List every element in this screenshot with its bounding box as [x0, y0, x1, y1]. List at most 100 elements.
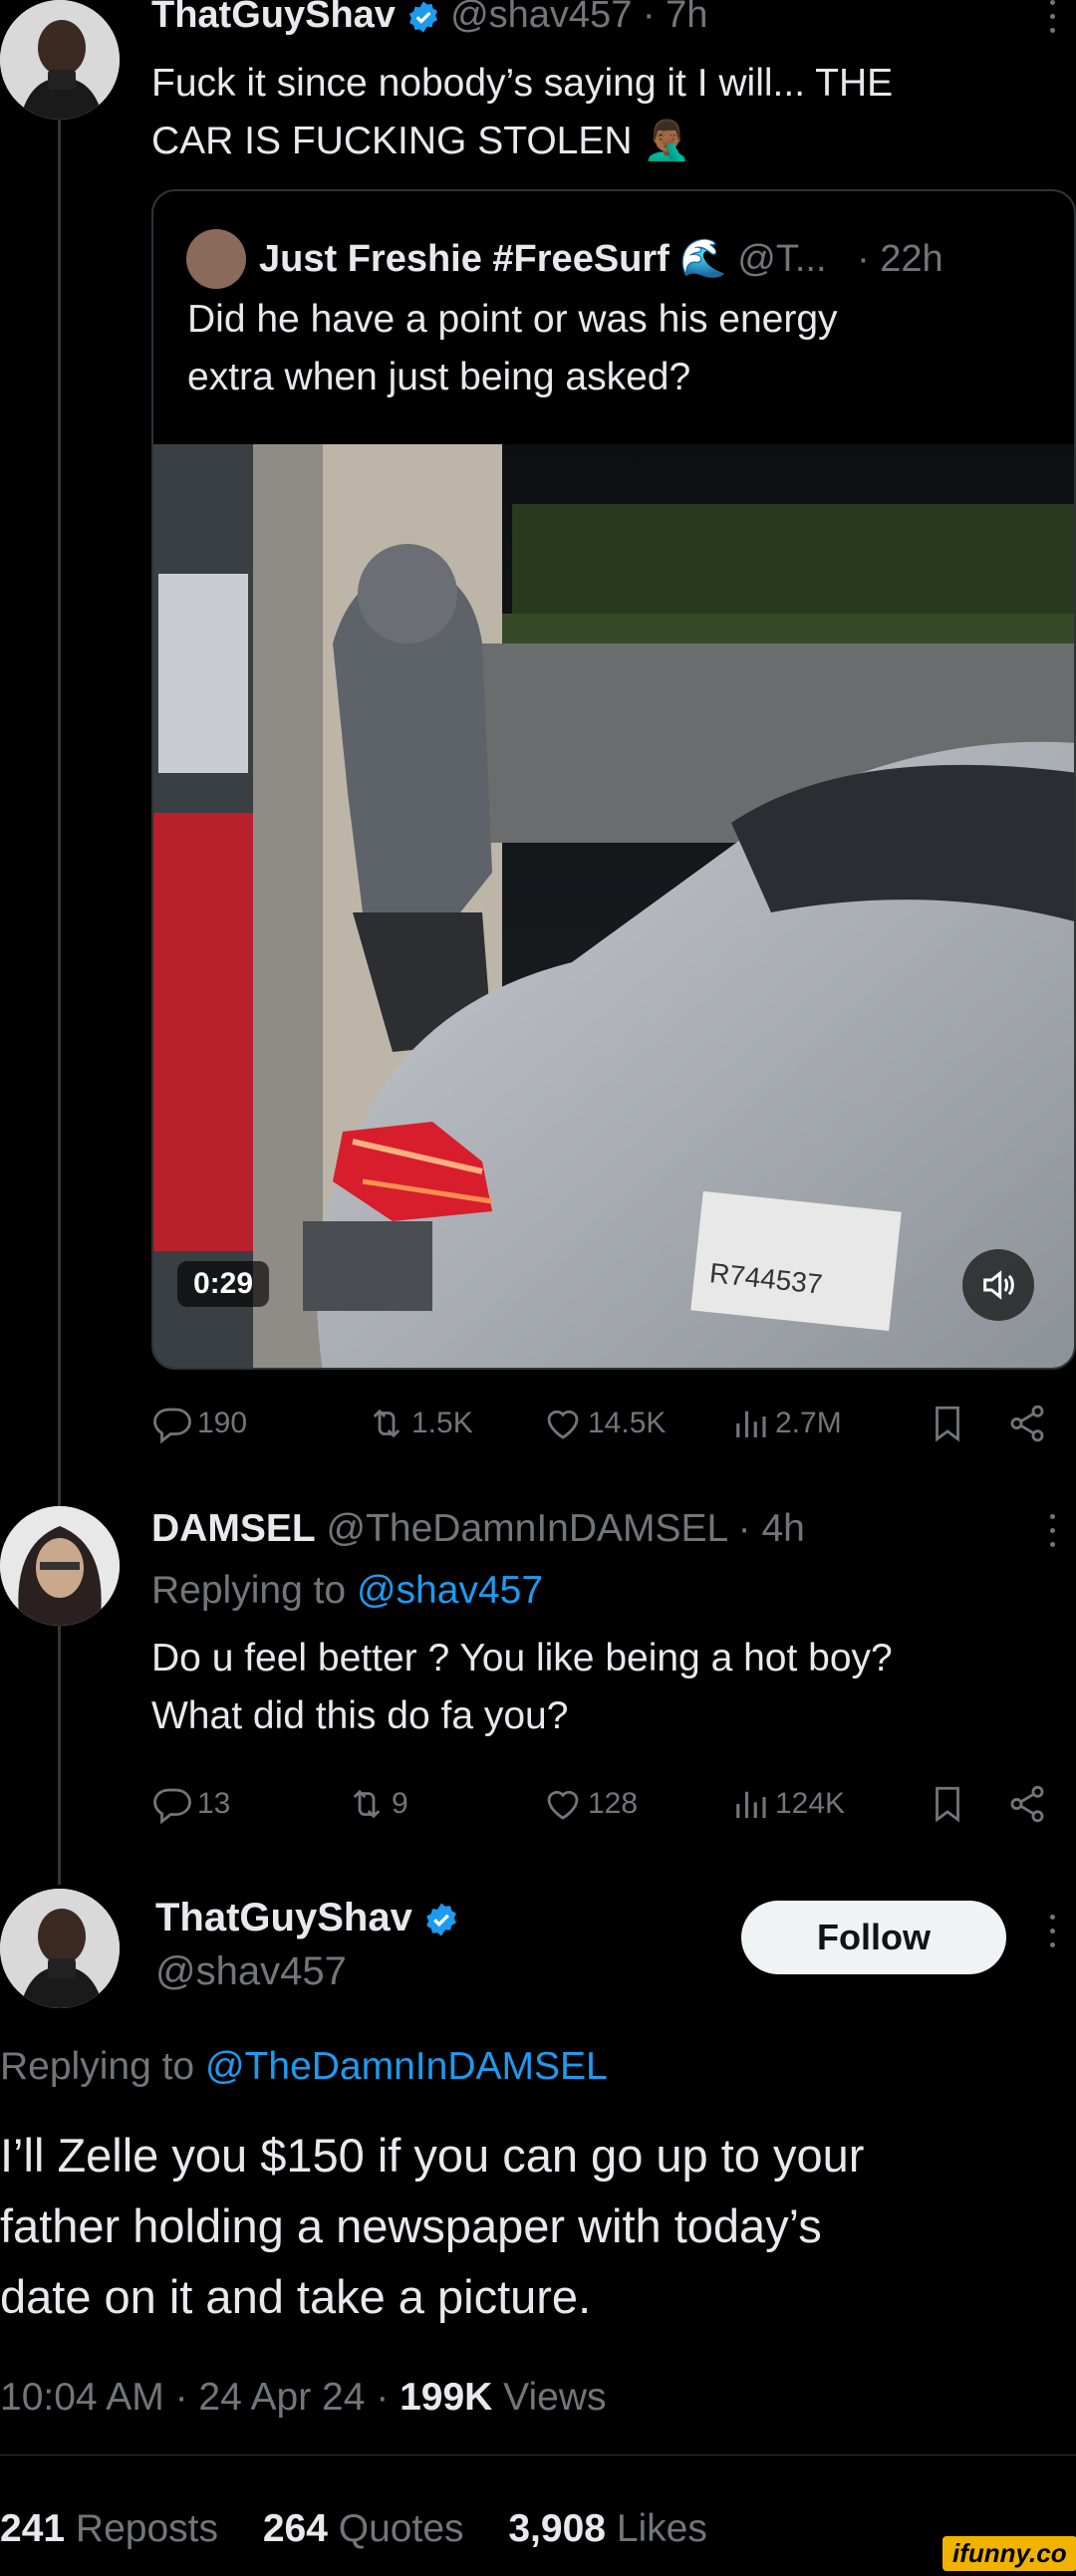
timestamp[interactable]: · 4h [738, 1507, 805, 1550]
replying-prefix: Replying to [151, 1569, 347, 1612]
views-icon [736, 1791, 766, 1818]
quote-text-line: extra when just being asked? [187, 356, 691, 398]
likes-label: Likes [616, 2507, 707, 2550]
quote-handle: @T... [737, 238, 827, 280]
quote-timestamp: · 22h [857, 238, 943, 280]
more-options-icon[interactable] [1046, 1514, 1058, 1547]
tweet-text-line: Fuck it since nobody’s saying it I will.… [151, 62, 894, 105]
avatar[interactable] [0, 1889, 120, 2008]
tweet2-action-bar: 13 9 128 124K [151, 1779, 1076, 1829]
bookmark-button[interactable] [927, 1779, 968, 1829]
quote-card[interactable]: Just Freshie #FreeSurf 🌊 @T... · 22h Did… [151, 189, 1076, 1370]
share-button[interactable] [1006, 1779, 1048, 1829]
bookmark-icon [936, 1786, 959, 1823]
heart-icon [547, 1410, 579, 1439]
video-duration-badge: 0:29 [177, 1261, 270, 1307]
tweet1-text: Fuck it since nobody’s saying it I will.… [151, 55, 1048, 170]
watermark: ifunny.co [942, 2536, 1076, 2571]
more-options-icon[interactable] [1046, 0, 1058, 33]
handle[interactable]: @shav457 [450, 0, 632, 36]
reposts-label: Reposts [75, 2507, 218, 2550]
share-icon [1010, 1785, 1044, 1823]
views-button[interactable]: 124K [729, 1779, 845, 1829]
like-count: 128 [588, 1787, 639, 1820]
like-button[interactable]: 128 [542, 1779, 638, 1829]
views-count: 124K [775, 1787, 846, 1820]
replying-to-link[interactable]: @shav457 [357, 1569, 543, 1612]
tweet-text-line: father holding a newspaper with today’s [0, 2199, 822, 2252]
bookmark-icon [936, 1406, 959, 1442]
tweet-text-line: CAR IS FUCKING STOLEN 🤦🏾‍♂️ [151, 120, 691, 162]
display-name[interactable]: ThatGuyShav [151, 0, 396, 36]
display-name[interactable]: DAMSEL [151, 1507, 316, 1550]
tweet1-header: ThatGuyShav @shav457 · 7h [151, 0, 707, 40]
repost-button[interactable]: 1.5K [366, 1399, 473, 1448]
tweet-meta: 10:04 AM · 24 Apr 24 · 199K Views [0, 2371, 606, 2425]
reply-count: 190 [197, 1407, 248, 1439]
quote-text-line: Did he have a point or was his energy [187, 298, 838, 341]
quote-header: Just Freshie #FreeSurf 🌊 @T... · 22h [259, 231, 943, 287]
quotes-stat[interactable]: 264 Quotes [263, 2507, 464, 2550]
repost-button[interactable]: 9 [346, 1779, 408, 1829]
quote-text: Did he have a point or was his energy ex… [187, 291, 1054, 406]
tweet3-name-row: ThatGuyShav [155, 1891, 459, 1944]
tweet2-header: DAMSEL @TheDamnInDAMSEL · 4h [151, 1502, 805, 1556]
views-icon [736, 1411, 766, 1437]
reply-icon [153, 1788, 191, 1825]
thread-line [58, 1626, 61, 1885]
replying-to-link[interactable]: @TheDamnInDAMSEL [205, 2045, 608, 2088]
replying-to: Replying to @TheDamnInDAMSEL [0, 2040, 608, 2094]
tweet-text-line: Do u feel better ? You like being a hot … [151, 1637, 893, 1679]
views-count: 199K [400, 2376, 493, 2419]
reposts-stat[interactable]: 241 Reposts [0, 2507, 218, 2550]
replying-to: Replying to @shav457 [151, 1564, 543, 1618]
tweet2-text: Do u feel better ? You like being a hot … [151, 1630, 1048, 1745]
likes-stat[interactable]: 3,908 Likes [508, 2507, 707, 2550]
tweet-text-line: What did this do fa you? [151, 1694, 569, 1737]
engagement-stats: 241 Reposts 264 Quotes 3,908 Likes [0, 2502, 707, 2556]
tweet-text-line: I’ll Zelle you $150 if you can go up to … [0, 2129, 865, 2182]
avatar[interactable] [0, 0, 120, 120]
separator-dot: · [642, 0, 656, 36]
views-button[interactable]: 2.7M [729, 1399, 842, 1448]
more-options-icon[interactable] [1046, 1915, 1058, 1947]
replying-prefix: Replying to [0, 2045, 195, 2088]
tweet1-action-bar: 190 1.5K 14.5K 2.7M [151, 1399, 1076, 1448]
views-count: 2.7M [775, 1407, 842, 1439]
display-name[interactable]: ThatGuyShav [155, 1896, 412, 1939]
avatar[interactable] [0, 1506, 120, 1626]
reply-button[interactable]: 13 [151, 1779, 230, 1829]
verified-badge-icon [426, 1903, 456, 1936]
reposts-count: 241 [0, 2507, 66, 2550]
quote-display-name: Just Freshie #FreeSurf 🌊 [259, 238, 727, 280]
like-button[interactable]: 14.5K [542, 1399, 666, 1448]
timestamp[interactable]: 7h [666, 0, 707, 36]
reply-count: 13 [197, 1787, 231, 1820]
thread-line [58, 120, 61, 1534]
reply-button[interactable]: 190 [151, 1399, 247, 1448]
quote-avatar [186, 229, 246, 289]
tweet-timestamp[interactable]: 10:04 AM · 24 Apr 24 · [0, 2376, 389, 2419]
volume-icon[interactable] [962, 1249, 1034, 1321]
repost-icon [373, 1409, 401, 1438]
divider [0, 2454, 1076, 2455]
verified-badge-icon [408, 1, 437, 33]
likes-count: 3,908 [508, 2507, 606, 2550]
repost-count: 9 [392, 1787, 408, 1820]
follow-button[interactable]: Follow [741, 1901, 1006, 1974]
repost-icon [353, 1789, 381, 1819]
handle[interactable]: @TheDamnInDAMSEL [327, 1507, 727, 1550]
quotes-count: 264 [262, 2507, 328, 2550]
tweet-text-line: date on it and take a picture. [0, 2270, 592, 2323]
like-count: 14.5K [588, 1407, 667, 1439]
heart-icon [547, 1790, 579, 1820]
bookmark-button[interactable] [927, 1399, 968, 1448]
handle[interactable]: @shav457 [155, 1944, 347, 1998]
quotes-label: Quotes [338, 2507, 464, 2550]
share-button[interactable] [1006, 1399, 1048, 1448]
views-label: Views [503, 2376, 607, 2419]
share-icon [1010, 1405, 1044, 1442]
video-frame: R744537 [153, 444, 1074, 1368]
tweet3-text: I’ll Zelle you $150 if you can go up to … [0, 2120, 1076, 2332]
video-player[interactable]: R744537 0:29 [153, 444, 1074, 1368]
